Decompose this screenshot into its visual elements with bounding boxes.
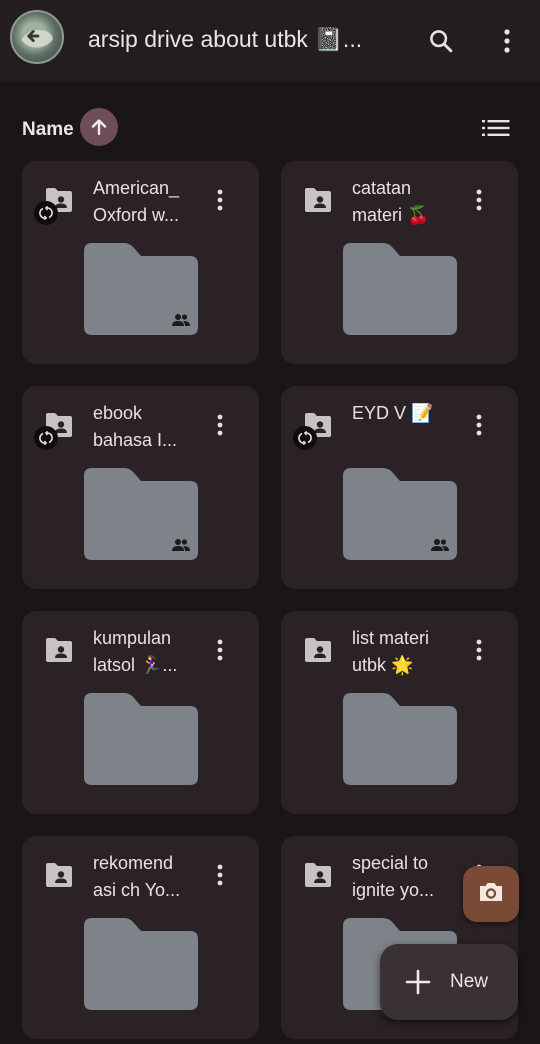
folder-name: ebook bahasa I... <box>93 400 203 454</box>
more-vert-icon[interactable] <box>208 185 232 215</box>
folder-name: catatan materi 🍒 <box>352 175 462 229</box>
folder-name-line: bahasa I... <box>93 430 178 450</box>
folder-icon <box>343 693 457 785</box>
sort-bar: Name <box>0 108 540 148</box>
more-vert-icon[interactable] <box>490 24 524 58</box>
folder-name: kumpulan latsol 🏃‍♀️... <box>93 625 203 679</box>
folder-name-line: kumpulan <box>93 628 172 648</box>
plus-icon <box>404 968 432 996</box>
folder-icon <box>343 243 457 335</box>
more-vert-icon[interactable] <box>208 635 232 665</box>
list-view-icon[interactable] <box>480 114 512 142</box>
folder-name-line: Oxford w... <box>93 205 180 225</box>
top-app-bar: arsip drive about utbk 📓... <box>0 0 540 82</box>
folder-name: special to ignite yo... <box>352 850 462 904</box>
folder-name: American_ Oxford w... <box>93 175 203 229</box>
folder-name-line: asi ch Yo... <box>93 880 181 900</box>
folder-card[interactable]: EYD V 📝 <box>281 386 518 589</box>
shared-folder-icon <box>44 862 74 888</box>
people-icon <box>431 538 449 552</box>
folder-name: EYD V 📝 <box>352 400 462 427</box>
shared-folder-icon <box>303 637 333 663</box>
folder-name-line: utbk 🌟 <box>352 655 414 675</box>
sync-icon <box>34 201 58 225</box>
folder-name-line: American_ <box>93 178 180 198</box>
page-title: arsip drive about utbk 📓... <box>88 26 363 52</box>
sync-icon <box>293 426 317 450</box>
folder-name-line: materi 🍒 <box>352 205 430 225</box>
folder-card[interactable]: catatan materi 🍒 <box>281 161 518 364</box>
shared-folder-icon <box>303 187 333 213</box>
sync-icon <box>34 426 58 450</box>
new-button[interactable]: New <box>380 944 518 1020</box>
search-icon[interactable] <box>424 24 458 58</box>
more-vert-icon[interactable] <box>467 635 491 665</box>
new-button-label: New <box>450 971 489 992</box>
folder-name-line: catatan <box>352 178 412 198</box>
folder-name-line: EYD V 📝 <box>352 403 434 423</box>
camera-icon <box>477 880 505 909</box>
more-vert-icon[interactable] <box>467 185 491 215</box>
more-vert-icon[interactable] <box>208 860 232 890</box>
folder-card[interactable]: kumpulan latsol 🏃‍♀️... <box>22 611 259 814</box>
folder-name-line: ignite yo... <box>352 880 435 900</box>
folder-name: rekomend asi ch Yo... <box>93 850 203 904</box>
people-icon <box>172 313 190 327</box>
sort-label[interactable]: Name <box>22 119 74 141</box>
folder-card[interactable]: rekomend asi ch Yo... <box>22 836 259 1039</box>
shared-folder-icon <box>303 862 333 888</box>
folder-name-line: special to <box>352 853 429 873</box>
folder-card[interactable]: ebook bahasa I... <box>22 386 259 589</box>
folder-card[interactable]: American_ Oxford w... <box>22 161 259 364</box>
folder-card[interactable]: list materi utbk 🌟 <box>281 611 518 814</box>
folder-name-line: latsol 🏃‍♀️... <box>93 655 178 675</box>
more-vert-icon[interactable] <box>208 410 232 440</box>
folder-name: list materi utbk 🌟 <box>352 625 462 679</box>
people-icon <box>172 538 190 552</box>
arrow-up-icon[interactable] <box>80 108 118 146</box>
camera-scan-button[interactable] <box>463 866 519 922</box>
more-vert-icon[interactable] <box>467 410 491 440</box>
folder-name-line: ebook <box>93 403 143 423</box>
folder-icon <box>84 693 198 785</box>
folder-name-line: rekomend <box>93 853 174 873</box>
folder-icon <box>84 918 198 1010</box>
folder-name-line: list materi <box>352 628 430 648</box>
profile-avatar[interactable] <box>10 10 64 64</box>
shared-folder-icon <box>44 637 74 663</box>
